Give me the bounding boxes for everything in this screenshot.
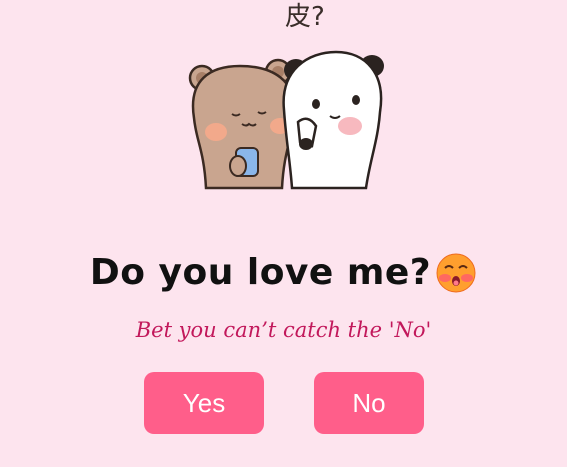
yes-button[interactable]: Yes <box>144 372 264 434</box>
panda-icon <box>282 50 384 190</box>
page-title: Do you love me? <box>89 252 432 293</box>
bear-and-panda-sticker-icon <box>188 50 384 190</box>
no-button[interactable]: No <box>314 372 424 434</box>
blushing-kiss-face-emoji-icon <box>436 253 476 293</box>
love-page: 皮? Do you love me? Bet you can’t catch t… <box>0 0 567 467</box>
subtitle-text: Bet you can’t catch the 'No' <box>135 318 432 342</box>
brown-bear-icon <box>188 58 296 190</box>
heading-row: Do you love me? <box>0 252 567 294</box>
